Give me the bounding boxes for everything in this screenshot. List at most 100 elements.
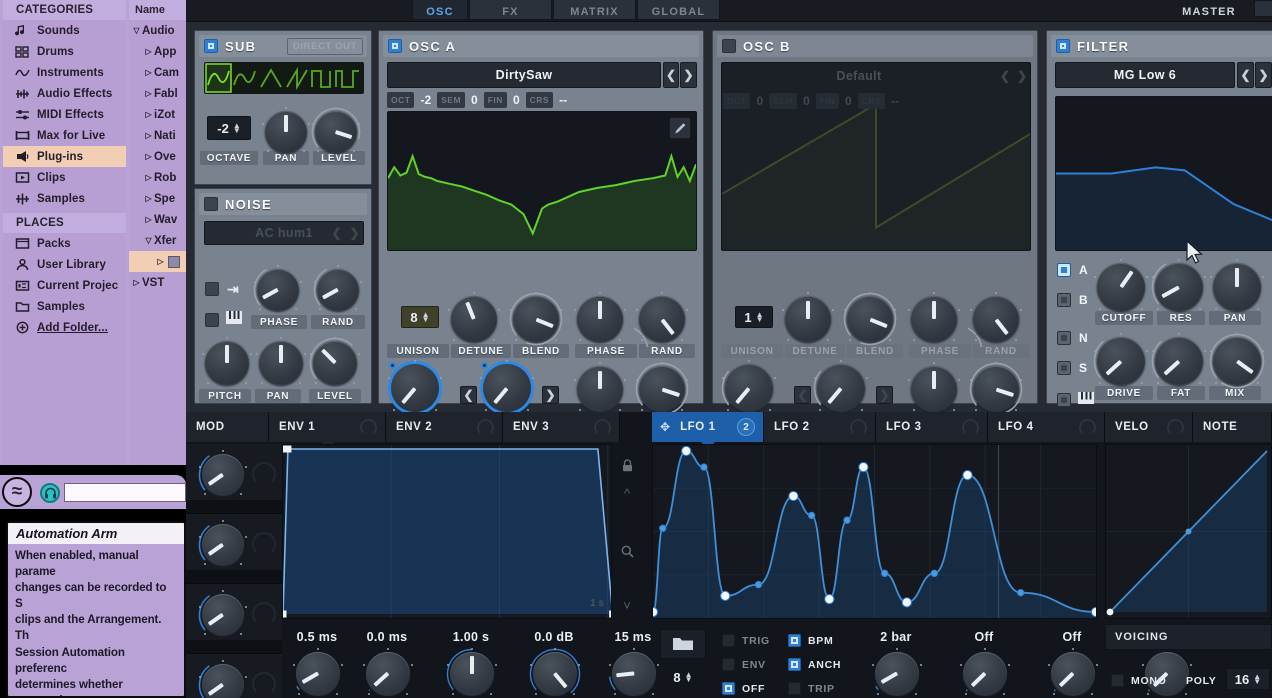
voicing-mono-toggle[interactable]: MONO <box>1111 674 1166 687</box>
filter-route-n[interactable]: N <box>1057 331 1088 345</box>
checkbox[interactable] <box>722 682 735 695</box>
noise-retrig-checkbox[interactable] <box>205 282 219 296</box>
triangle-right-icon[interactable]: ▷ <box>143 47 154 56</box>
triangle-right-icon[interactable]: ▷ <box>143 131 154 140</box>
osc-b-unison-spinner[interactable]: ▲ ▼ <box>756 311 764 324</box>
chevron-down-icon[interactable]: ˅ <box>618 596 636 614</box>
osc-a-unison-value[interactable]: 8 ▲ ▼ <box>401 306 439 328</box>
triangle-down-icon[interactable]: ▽ <box>131 26 142 35</box>
tune-value-crs[interactable]: -- <box>553 93 573 107</box>
lfo-voice-badge[interactable]: 2 <box>737 418 755 436</box>
filter-route-a[interactable]: A <box>1057 263 1088 277</box>
velo-graph[interactable] <box>1105 444 1272 619</box>
osc-b-unison-value[interactable]: 1 ▲ ▼ <box>735 306 773 328</box>
noise-next-button[interactable]: ❯ <box>346 222 363 244</box>
tab-env1[interactable]: ENV 1 <box>269 412 386 442</box>
noise-keytrack-checkbox[interactable] <box>205 313 219 327</box>
lfo-knob-0[interactable] <box>872 648 922 696</box>
lfo-knob-1[interactable] <box>960 648 1010 696</box>
sub-enable-checkbox[interactable] <box>204 39 218 53</box>
search-input[interactable] <box>64 483 186 502</box>
triangle-right-icon[interactable]: ▷ <box>143 89 154 98</box>
checkbox[interactable] <box>722 634 735 647</box>
tab-lfo2[interactable]: LFO 2 <box>764 412 876 442</box>
tab-lfo1[interactable]: ✥ LFO 1 2 <box>652 412 764 442</box>
places-item-add-folder[interactable]: Add Folder... <box>3 317 126 338</box>
osc-b-off-prev[interactable]: ❮ <box>794 386 811 404</box>
tune-value-sem[interactable]: 0 <box>465 93 484 107</box>
lfo-sync-bpm[interactable]: BPM <box>788 634 833 647</box>
browser-tree-item[interactable]: ▷ VST <box>129 272 186 293</box>
zoom-icon[interactable] <box>618 542 636 560</box>
places-item-packs[interactable]: Packs <box>3 233 126 254</box>
triangle-right-icon[interactable]: ▷ <box>143 215 154 224</box>
browser-tree-item[interactable]: ▷ Rob <box>129 167 186 188</box>
tab-note[interactable]: NOTE <box>1193 412 1272 442</box>
filter-res-knob[interactable] <box>1151 259 1206 311</box>
triangle-right-icon[interactable]: ▷ <box>143 173 154 182</box>
tab-osc[interactable]: OSC <box>412 0 468 20</box>
tab-amount-knob[interactable] <box>594 419 611 436</box>
osc-a-wtpos-knob[interactable] <box>388 360 442 412</box>
mod-source-row[interactable] <box>186 654 282 698</box>
browser-tree-item[interactable]: ▷ iZot <box>129 104 186 125</box>
lfo-trigger-trig[interactable]: TRIG <box>722 634 770 647</box>
filter-route-checkbox[interactable] <box>1057 393 1071 407</box>
sub-octave-value[interactable]: -2 ▲ ▼ <box>207 116 251 140</box>
tab-global[interactable]: GLOBAL <box>637 0 720 20</box>
osc-a-next-wavetable[interactable]: ❯ <box>680 62 697 88</box>
checkbox[interactable] <box>722 658 735 671</box>
osc-b-mirror-knob[interactable] <box>813 360 868 412</box>
tune-value-oct[interactable]: -2 <box>414 93 437 107</box>
chevron-up-icon[interactable]: ^ <box>618 484 636 502</box>
places-item-samples[interactable]: Samples <box>3 296 126 317</box>
osc-b-off-next[interactable]: ❯ <box>876 386 893 404</box>
noise-phase-knob[interactable] <box>253 265 302 311</box>
lfo-grid-spinner[interactable]: ▲ ▼ <box>685 671 693 684</box>
noise-pan-knob[interactable] <box>256 337 306 385</box>
osc-b-blend-knob[interactable] <box>843 292 897 346</box>
mod-amount-knob[interactable] <box>198 590 247 636</box>
tune-value-crs[interactable]: -- <box>885 94 905 108</box>
browser-tree-item[interactable]: ▷ Nati <box>129 125 186 146</box>
osc-a-phase-knob[interactable] <box>574 292 626 342</box>
tab-lfo3[interactable]: LFO 3 <box>876 412 988 442</box>
osc-a-waveform-display[interactable] <box>387 111 697 251</box>
mod-depth-ring[interactable] <box>252 602 276 626</box>
triangle-right-icon[interactable]: ▷ <box>143 194 154 203</box>
browser-tree-item[interactable]: ▷ Wav <box>129 209 186 230</box>
env-adsr-knob-3[interactable] <box>529 648 581 696</box>
sub-octave-spinner[interactable]: ▲ ▼ <box>233 122 241 135</box>
triangle-right-icon[interactable]: ▷ <box>131 278 142 287</box>
tab-amount-knob[interactable] <box>1167 419 1184 436</box>
direct-out-button[interactable]: DIRECT OUT <box>286 37 363 55</box>
osc-b-pan-knob[interactable] <box>908 362 960 412</box>
tab-velo[interactable]: VELO <box>1105 412 1193 442</box>
browser-tree-item[interactable]: ▷ Spe <box>129 188 186 209</box>
mod-amount-knob[interactable] <box>198 660 247 698</box>
mod-source-row[interactable] <box>186 444 282 514</box>
filter-route-checkbox[interactable] <box>1057 331 1071 345</box>
tab-amount-knob[interactable] <box>962 419 979 436</box>
osc-a-mirror-next[interactable]: ❯ <box>542 386 559 404</box>
filter-prev-type[interactable]: ❮ <box>1237 62 1254 88</box>
osc-a-enable-checkbox[interactable] <box>388 39 402 53</box>
sidebar-item-sounds[interactable]: Sounds <box>3 20 126 41</box>
tab-lfo4[interactable]: LFO 4 <box>988 412 1105 442</box>
browser-tree-item[interactable]: ▷ Ove <box>129 146 186 167</box>
mod-depth-ring[interactable] <box>252 462 276 486</box>
tab-amount-knob[interactable] <box>1079 419 1096 436</box>
osc-b-prev-wavetable[interactable]: ❮ <box>997 64 1013 88</box>
places-item-user-library[interactable]: User Library <box>3 254 126 275</box>
noise-rand-knob[interactable] <box>313 265 362 311</box>
filter-fat-knob[interactable] <box>1151 333 1206 385</box>
sub-shape-selector[interactable] <box>204 62 364 94</box>
lock-icon[interactable] <box>618 456 636 474</box>
osc-a-edit-wavetable-button[interactable] <box>669 117 691 139</box>
browser-tree-item[interactable]: ▷ <box>129 251 186 272</box>
env1-graph[interactable] <box>279 444 617 619</box>
mod-depth-ring[interactable] <box>252 672 276 696</box>
filter-type-name[interactable]: MG Low 6 <box>1055 62 1235 88</box>
osc-b-next-wavetable[interactable]: ❯ <box>1014 64 1030 88</box>
tab-env3[interactable]: ENV 3 <box>503 412 620 442</box>
